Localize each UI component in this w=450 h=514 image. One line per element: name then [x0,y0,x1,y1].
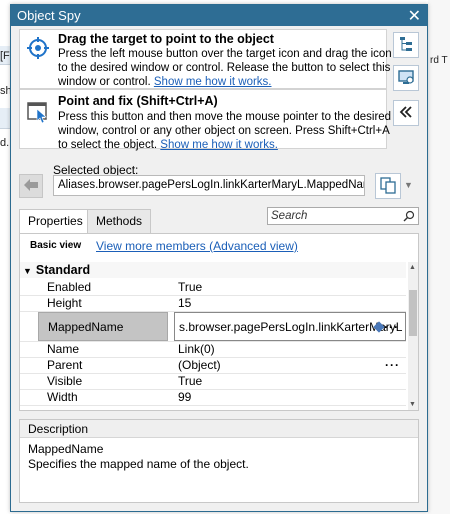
property-value-editor[interactable]: (Object) ··· [174,358,406,373]
title-bar[interactable]: Object Spy ✕ [11,5,427,26]
tab-properties[interactable]: Properties [19,209,92,233]
back-button[interactable] [19,174,43,198]
property-name: MappedName [38,312,168,341]
drag-tip-body: Press the left mouse button over the tar… [58,47,398,89]
object-spy-window: Object Spy ✕ Drag the target to point to… [10,4,428,512]
property-value-text: s.browser.pagePersLogIn.linkKarterMaryL [179,320,403,334]
target-icon[interactable] [26,36,50,60]
search-input[interactable]: Search [267,207,419,225]
chevron-down-icon[interactable]: ▼ [404,180,413,190]
copy-button[interactable] [375,173,401,199]
table-row[interactable]: Enabled True [20,280,406,296]
property-value[interactable]: 99 [174,390,406,405]
scroll-down-icon[interactable]: ▼ [409,401,416,408]
description-panel: Description MappedName Specifies the map… [19,419,419,503]
description-property-name: MappedName [28,442,104,456]
selected-object-field[interactable]: Aliases.browser.pagePersLogIn.linkKarter… [53,175,365,196]
bg-snip-right: rd T [430,55,448,66]
bg-snip-1: [F [0,50,10,62]
double-chevron-left-icon [399,105,413,122]
ellipsis-button[interactable]: ··· [384,313,399,340]
collapse-button[interactable] [393,100,419,126]
description-header: Description [20,420,418,438]
property-value[interactable]: True [174,280,406,295]
description-text: Specifies the mapped name of the object. [28,457,249,471]
monitor-icon [397,68,415,89]
property-value-text: (Object) [178,358,221,372]
table-row[interactable]: Name Link(0) [20,342,406,358]
advanced-view-link[interactable]: View more members (Advanced view) [96,239,298,253]
table-row[interactable]: Height 15 [20,296,406,312]
scroll-up-icon[interactable]: ▲ [409,264,416,271]
table-row-selected[interactable]: MappedName s.browser.pagePersLogIn.linkK… [20,312,406,342]
tab-methods[interactable]: Methods [87,209,152,233]
drag-target-panel: Drag the target to point to the object P… [19,29,392,89]
vertical-scrollbar[interactable]: ▲ ▼ [408,262,418,410]
property-name: Name [47,342,80,356]
property-name: Visible [47,374,83,388]
scrollbar-thumb[interactable] [409,290,417,336]
ellipsis-button[interactable]: ··· [385,358,400,373]
fix-tip-heading: Point and fix (Shift+Ctrl+A) [58,94,218,108]
object-browser-button[interactable] [393,65,419,91]
property-name: Height [47,296,82,310]
property-name: Parent [47,358,83,372]
fix-tip-link[interactable]: Show me how it works. [160,139,278,151]
table-row[interactable]: Width 99 [20,390,406,406]
property-name: Enabled [47,280,92,294]
drag-tip-link[interactable]: Show me how it works. [154,76,272,88]
collapse-triangle-icon[interactable]: ▼ [23,263,32,279]
arrow-left-icon [23,178,39,195]
bg-snip-3: d. [0,137,10,149]
properties-panel: Basic view View more members (Advanced v… [19,233,419,411]
group-header-standard[interactable]: ▼ Standard [20,262,406,278]
property-value[interactable]: Link(0) [174,342,406,357]
table-row[interactable]: Parent (Object) ··· [20,358,406,374]
search-placeholder: Search [271,210,308,222]
group-label: Standard [35,263,91,277]
property-value[interactable]: True [174,374,406,389]
property-value[interactable]: 15 [174,296,406,311]
close-button[interactable]: ✕ [408,6,421,26]
basic-view-label: Basic view [30,240,82,251]
fix-tip-body: Press this button and then move the mous… [58,110,398,152]
point-fix-panel: Point and fix (Shift+Ctrl+A) Press this … [19,89,391,151]
property-grid: Enabled True Height 15 MappedName s.brow… [20,280,406,406]
point-fix-icon[interactable] [26,100,50,124]
drag-tip-heading: Drag the target to point to the object [58,32,274,46]
window-title: Object Spy [17,8,81,23]
search-icon[interactable] [403,210,415,227]
table-row[interactable]: Visible True [20,374,406,390]
object-tree-button[interactable] [393,32,419,58]
property-name: Width [47,390,78,404]
property-value-editor[interactable]: s.browser.pagePersLogIn.linkKarterMaryL … [174,312,406,341]
copy-icon [379,176,397,197]
tree-icon [398,36,414,55]
